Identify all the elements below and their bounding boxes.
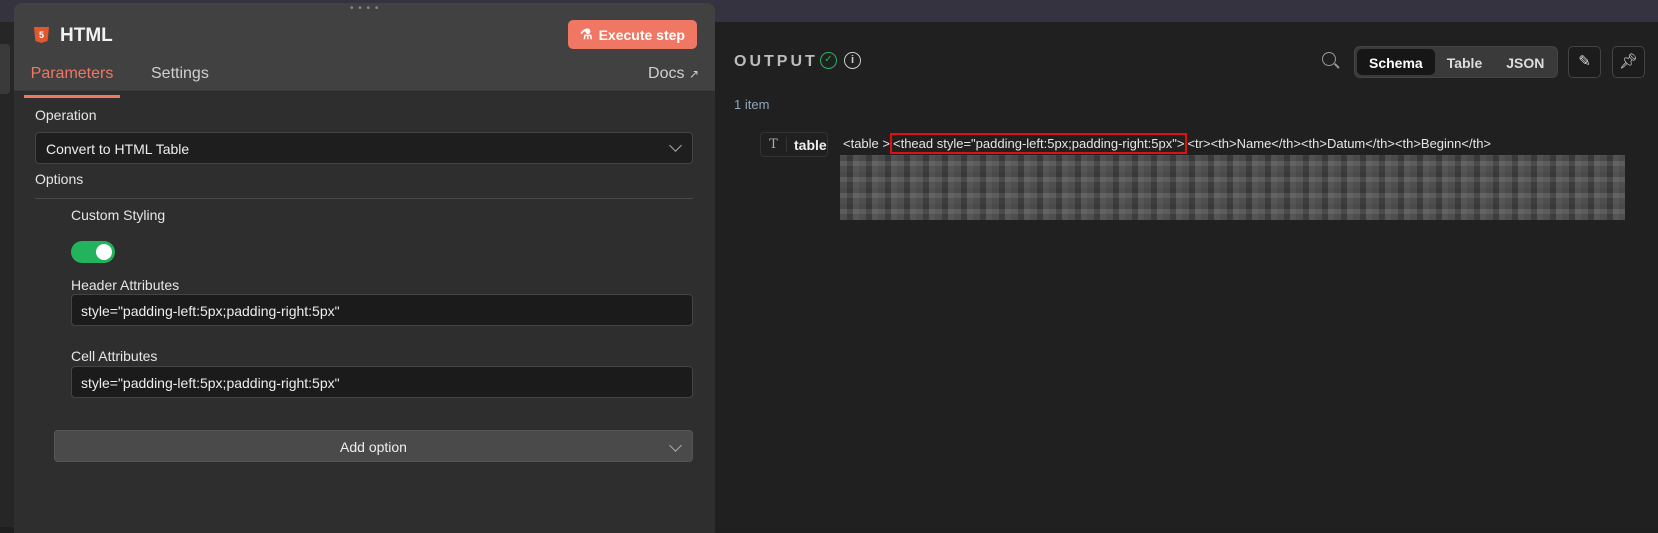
custom-styling-label: Custom Styling [71,207,166,223]
header-attributes-label: Header Attributes [71,277,180,293]
chevron-down-icon [669,139,682,152]
pin-button[interactable]: 📌︎ [1612,46,1645,78]
pencil-icon: ✎ [1578,53,1591,70]
header-attributes-input[interactable]: style="padding-left:5px;padding-right:5p… [71,294,693,326]
view-json[interactable]: JSON [1494,49,1556,75]
node-title: HTML [60,25,113,46]
cell-attributes-label: Cell Attributes [71,348,158,364]
external-link-icon: ↗ [688,67,699,81]
view-switcher: Schema Table JSON [1354,46,1558,78]
svg-text:5: 5 [39,30,44,40]
options-label: Options [35,171,84,187]
add-option-button[interactable]: Add option [54,430,693,462]
custom-styling-toggle[interactable] [71,241,115,263]
output-title: OUTPUT [734,53,818,70]
panel-header: • • • • 5 HTML ⚗ Execute step Parameters … [14,3,715,98]
execute-step-button[interactable]: ⚗ Execute step [568,20,697,49]
output-panel: OUTPUT ✓ i Schema Table JSON ✎ 📌︎ 1 item… [717,22,1658,527]
view-schema[interactable]: Schema [1357,49,1435,75]
operation-select[interactable]: Convert to HTML Table [35,132,693,164]
view-table[interactable]: Table [1435,49,1495,75]
chevron-down-icon [669,439,682,452]
cell-attributes-input[interactable]: style="padding-left:5px;padding-right:5p… [71,366,693,398]
divider [35,198,693,199]
search-icon[interactable] [1322,52,1336,66]
schema-field: T table [760,132,828,157]
docs-link[interactable]: Docs ↗ [648,65,699,83]
tab-parameters[interactable]: Parameters [24,65,120,98]
pixelated-content [840,155,1625,220]
canvas-edge [0,22,14,527]
node-parameters-panel: • • • • 5 HTML ⚗ Execute step Parameters … [14,3,715,533]
highlighted-thead: <thead style="padding-left:5px;padding-r… [890,133,1188,154]
info-icon[interactable]: i [844,52,861,69]
tab-settings[interactable]: Settings [151,65,209,83]
drag-handle[interactable]: • • • • [350,3,379,14]
pin-icon: 📌︎ [1618,53,1639,70]
field-value: <table > <thead style="padding-left:5px;p… [843,133,1491,154]
item-count: 1 item [734,97,770,112]
operation-label: Operation [35,107,97,123]
edit-button[interactable]: ✎ [1568,46,1601,78]
flask-icon: ⚗ [580,26,593,42]
success-check-icon: ✓ [820,52,837,69]
text-type-icon: T [761,137,787,152]
html5-icon: 5 [34,27,49,43]
field-name: table [794,136,827,153]
